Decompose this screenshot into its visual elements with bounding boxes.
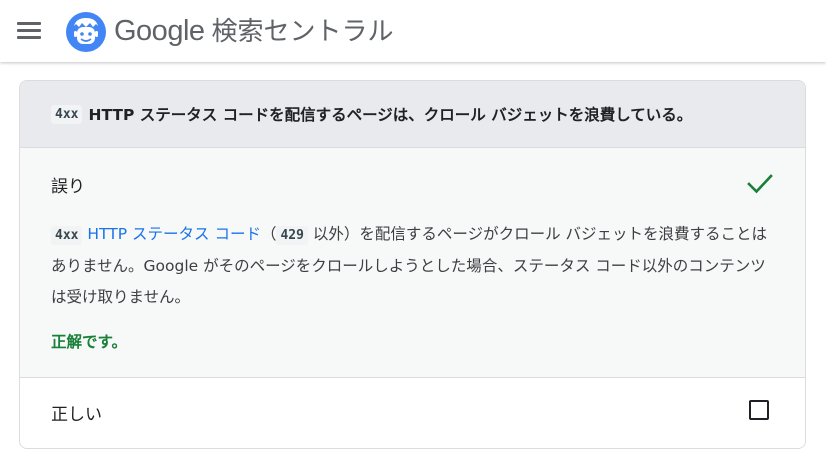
check-icon	[747, 174, 773, 194]
answer-option-false[interactable]: 誤り 4xx HTTP ステータス コード（ 429 以外）を配信するページがクロ…	[20, 148, 805, 378]
answer-explanation: 4xx HTTP ステータス コード（ 429 以外）を配信するページがクロール …	[51, 219, 776, 313]
http-status-code-link[interactable]: HTTP ステータス コード	[87, 225, 261, 243]
quiz-question: 4xx HTTP ステータス コードを配信するページは、クロール バジェットを浪…	[20, 81, 805, 148]
brand-product-name: 検索セントラル	[211, 17, 394, 47]
answer-option-label: 正しい	[51, 405, 102, 425]
answer-option-true[interactable]: 正しい	[20, 378, 805, 448]
site-brand[interactable]: Google 検索セントラル	[114, 13, 394, 50]
quiz-card: 4xx HTTP ステータス コードを配信するページは、クロール バジェットを浪…	[19, 80, 806, 449]
brand-google: Google	[114, 15, 205, 47]
answer-feedback: 正解です。	[51, 333, 127, 351]
question-text: HTTP ステータス コードを配信するページは、クロール バジェットを浪費してい…	[88, 106, 693, 124]
top-app-bar: Google 検索セントラル	[0, 0, 826, 62]
explanation-paren: （	[260, 225, 277, 243]
hamburger-menu-icon[interactable]	[17, 20, 41, 40]
answer-option-label: 誤り	[51, 177, 85, 197]
checkbox-icon[interactable]	[749, 400, 769, 420]
explanation-code-4xx: 4xx	[51, 226, 83, 245]
explanation-code-429: 429	[276, 226, 308, 245]
search-central-mascot-icon[interactable]	[66, 12, 106, 52]
question-code: 4xx	[51, 104, 83, 124]
